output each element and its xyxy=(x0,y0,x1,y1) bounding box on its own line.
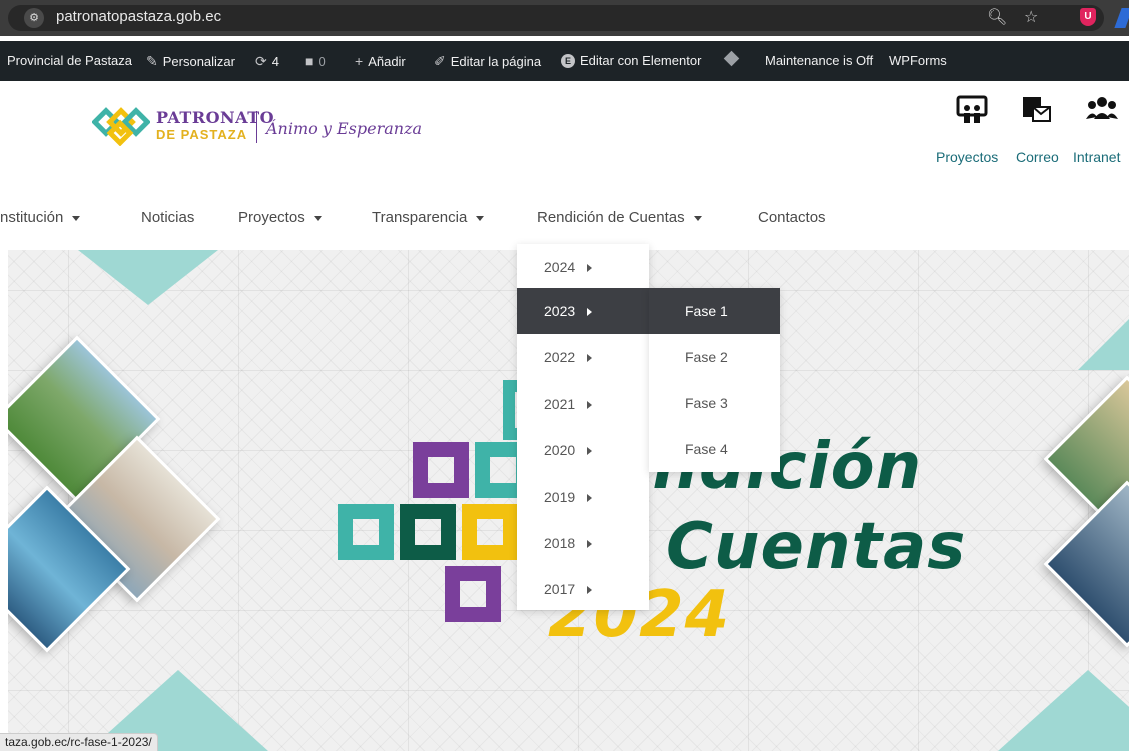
pattern-line xyxy=(68,250,69,751)
site-controls-icon[interactable]: ⚙ xyxy=(24,8,44,28)
photo-right-2 xyxy=(1043,480,1129,648)
address-url[interactable]: patronatopastaza.gob.ec xyxy=(56,8,221,25)
decor-square-teal xyxy=(338,504,394,560)
logo-subtitle[interactable]: DE PASTAZA xyxy=(156,127,247,142)
decor-square-green xyxy=(400,504,456,560)
chevron-right-icon xyxy=(587,401,593,410)
pencil-icon: ✐ xyxy=(434,53,446,69)
elementor-icon: E xyxy=(561,53,575,68)
admin-add-new-link[interactable]: + Añadir xyxy=(355,53,406,69)
submenu-fase-1[interactable]: Fase 1 xyxy=(649,288,780,334)
extension-icon[interactable] xyxy=(1114,8,1129,28)
chevron-right-icon xyxy=(587,494,593,503)
nav-item-noticias[interactable]: Noticias xyxy=(141,209,194,226)
decor-square-purple xyxy=(413,442,469,498)
admin-maintenance-status[interactable]: Maintenance is Off xyxy=(765,53,873,68)
wp-admin-bar: Provincial de Pastaza ✎ Personalizar ⟳ 4 ■… xyxy=(0,41,1129,81)
logo-divider xyxy=(256,111,257,143)
submenu-phases: Fase 1 Fase 2 Fase 3 Fase 4 xyxy=(649,288,780,472)
nav-item-institucion[interactable]: nstitución xyxy=(0,209,81,226)
submenu-fase-4[interactable]: Fase 4 xyxy=(649,426,780,472)
decor-triangle xyxy=(1078,310,1129,370)
zoom-icon[interactable]: 🔍︎ xyxy=(987,7,1007,27)
nav-item-proyectos[interactable]: Proyectos xyxy=(238,209,322,226)
admin-site-link[interactable]: Provincial de Pastaza xyxy=(7,53,132,68)
chevron-down-icon xyxy=(476,215,485,221)
maintenance-icon xyxy=(723,50,740,67)
admin-comments-link[interactable]: ■ 0 xyxy=(305,53,326,69)
plus-icon: + xyxy=(355,53,364,69)
decor-triangle xyxy=(78,250,218,305)
dropdown-years: 2024 2023 2022 2021 2020 2019 2018 2017 xyxy=(517,244,649,610)
decor-triangle xyxy=(998,670,1129,751)
nav-item-contactos[interactable]: Contactos xyxy=(758,209,826,226)
admin-customize-link[interactable]: ✎ Personalizar xyxy=(146,53,235,70)
dropdown-year-2023[interactable]: 2023 xyxy=(517,288,649,334)
ublock-icon[interactable]: U xyxy=(1080,8,1096,26)
logo-slogan: Ánimo y Esperanza xyxy=(266,119,423,138)
site-header: PATRONATO DE PASTAZA Ánimo y Esperanza P… xyxy=(0,81,1129,181)
projects-icon[interactable] xyxy=(956,95,988,125)
dropdown-year-2021[interactable]: 2021 xyxy=(517,381,649,427)
chevron-down-icon xyxy=(693,215,702,221)
main-nav: nstitución Noticias Proyectos Transparen… xyxy=(0,196,1129,242)
pattern-line xyxy=(408,250,409,751)
nav-item-transparencia[interactable]: Transparencia xyxy=(372,209,485,226)
admin-updates-link[interactable]: ⟳ 4 xyxy=(255,53,279,70)
chevron-right-icon xyxy=(587,354,593,363)
dropdown-year-2020[interactable]: 2020 xyxy=(517,427,649,473)
header-link-intranet[interactable]: Intranet xyxy=(1073,149,1120,165)
admin-elementor-link[interactable]: E Editar con Elementor xyxy=(561,53,701,68)
admin-wpforms-link[interactable]: WPForms xyxy=(889,53,947,68)
header-link-mail[interactable]: Correo xyxy=(1016,149,1059,165)
dropdown-year-2018[interactable]: 2018 xyxy=(517,520,649,566)
nav-item-rendicion[interactable]: Rendición de Cuentas xyxy=(537,209,702,226)
logo-icon[interactable] xyxy=(92,106,150,146)
header-link-projects[interactable]: Proyectos xyxy=(936,149,998,165)
update-icon: ⟳ xyxy=(255,53,267,69)
chevron-right-icon xyxy=(587,586,593,595)
browser-toolbar: ⚙ patronatopastaza.gob.ec 🔍︎ ☆ U xyxy=(0,0,1129,36)
chevron-down-icon xyxy=(72,215,81,221)
hero-title-line2: Cuentas xyxy=(666,510,967,584)
dropdown-year-2019[interactable]: 2019 xyxy=(517,474,649,520)
chevron-right-icon xyxy=(587,447,593,456)
dropdown-year-2017[interactable]: 2017 xyxy=(517,566,649,612)
chevron-right-icon xyxy=(587,540,593,549)
star-icon[interactable]: ☆ xyxy=(1024,7,1038,27)
submenu-fase-2[interactable]: Fase 2 xyxy=(649,334,780,380)
brush-icon: ✎ xyxy=(146,53,158,69)
dropdown-year-2022[interactable]: 2022 xyxy=(517,334,649,380)
chevron-down-icon xyxy=(313,215,322,221)
comment-icon: ■ xyxy=(305,53,314,69)
chevron-right-icon xyxy=(587,308,593,317)
submenu-fase-3[interactable]: Fase 3 xyxy=(649,380,780,426)
link-status-bar: taza.gob.ec/rc-fase-1-2023/ xyxy=(0,733,158,751)
decor-square-yellow xyxy=(462,504,518,560)
dropdown-year-2024[interactable]: 2024 xyxy=(517,244,649,290)
mail-icon[interactable] xyxy=(1020,95,1052,125)
users-icon[interactable] xyxy=(1086,95,1118,125)
chevron-right-icon xyxy=(587,264,593,273)
admin-maintenance-link[interactable] xyxy=(723,50,740,67)
admin-edit-page-link[interactable]: ✐ Editar la página xyxy=(434,53,541,70)
decor-square-purple xyxy=(445,566,501,622)
